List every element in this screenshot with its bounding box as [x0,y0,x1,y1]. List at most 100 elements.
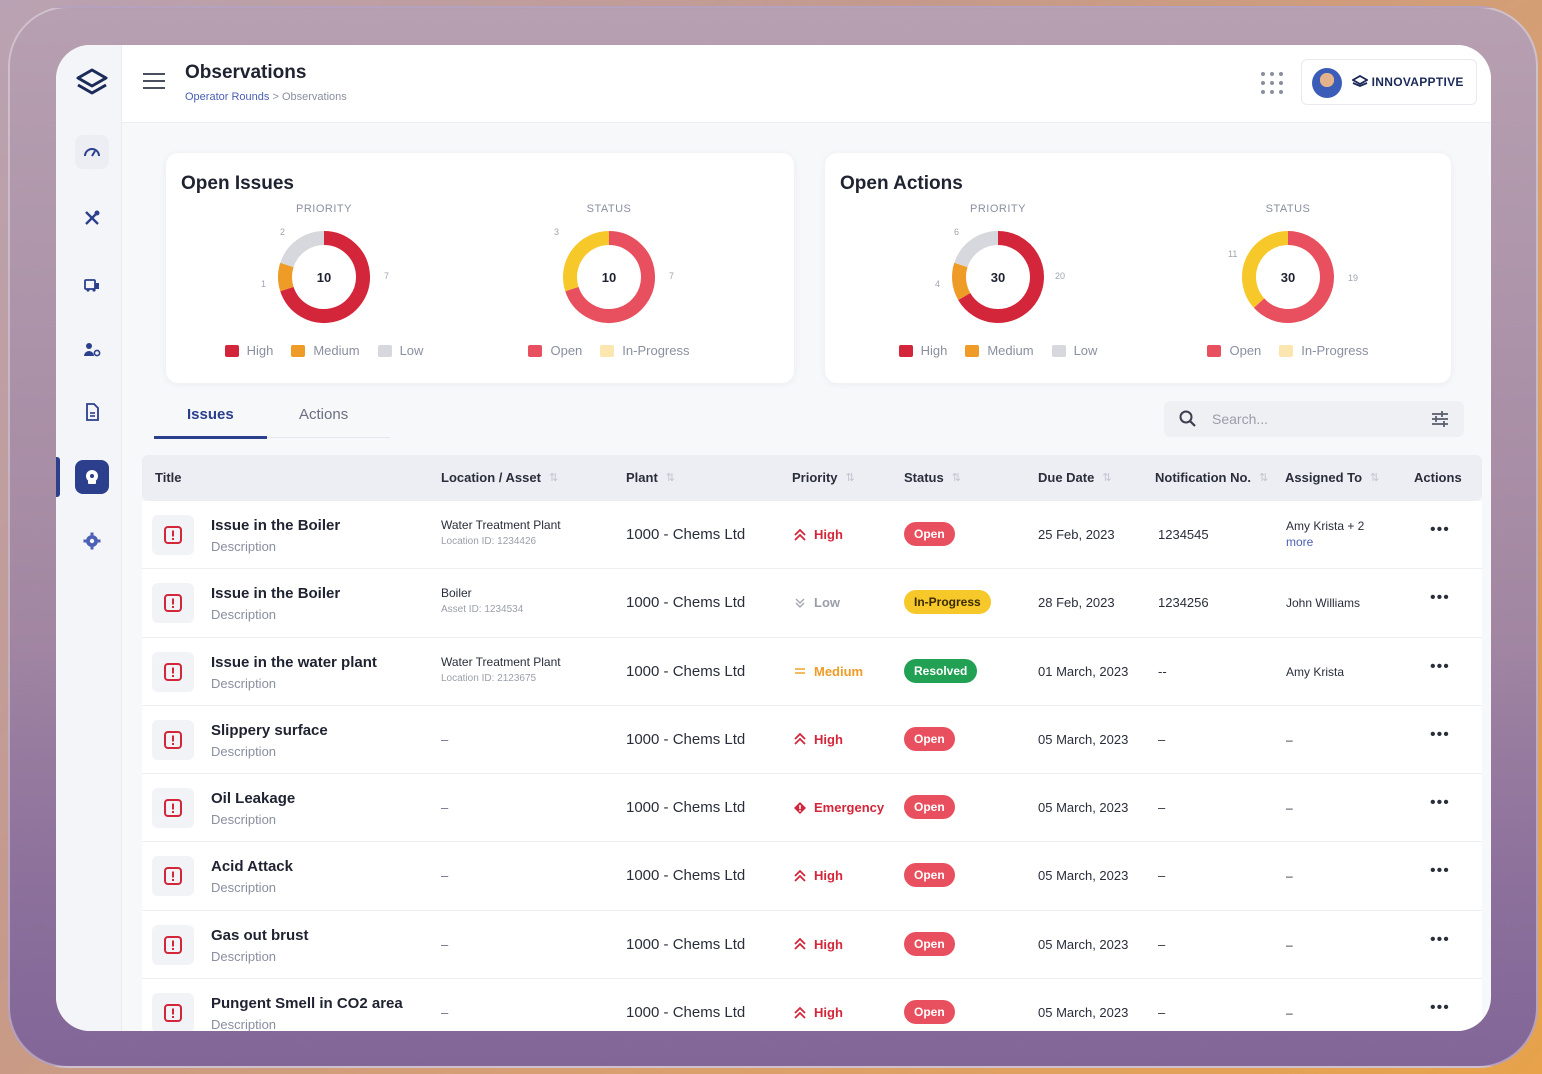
plant-name: 1000 - Chems Ltd [626,526,746,543]
issue-description: Description [211,539,277,554]
issues-status-chart: STATUS 10 7 3 Open In-Progress [469,203,749,373]
row-actions-menu[interactable]: ••• [1430,521,1450,539]
search-input[interactable] [1212,407,1412,431]
plant-name: 1000 - Chems Ltd [626,867,746,885]
brand-name: INNOVAPPTIVE [1371,75,1464,89]
assigned-more-link[interactable]: more [1286,535,1313,549]
high-priority-icon [794,1006,806,1019]
nav-observations[interactable] [75,460,109,494]
col-title[interactable]: Title [155,470,182,485]
col-plant[interactable]: Plant ⇅ [626,470,675,485]
row-actions-menu[interactable]: ••• [1430,658,1450,676]
table-row[interactable]: Issue in the water plant Description Wat… [142,637,1482,706]
issue-type-badge [152,788,194,829]
row-actions-menu[interactable]: ••• [1430,862,1450,880]
priority-label: High [793,527,843,542]
open-actions-card: Open Actions PRIORITY 30 20 4 6 High Med… [825,153,1451,383]
issue-description: Description [211,812,277,828]
table-row[interactable]: Issue in the Boiler Description Boiler A… [142,569,1482,638]
sort-icon: ⇅ [1259,472,1269,484]
col-status[interactable]: Status ⇅ [904,470,961,485]
row-actions-menu[interactable]: ••• [1430,999,1450,1017]
location-empty: – [441,731,449,747]
issue-title[interactable]: Oil Leakage [211,790,295,807]
table-row[interactable]: Pungent Smell in CO2 area Description – … [142,979,1482,1031]
plant-name: 1000 - Chems Ltd [626,662,746,680]
alert-icon [164,730,182,749]
assigned-to: – [1286,801,1293,816]
location-name: Water Treatment Plant [441,654,561,669]
issue-type-badge [152,924,194,965]
breadcrumb-parent[interactable]: Operator Rounds [185,91,269,103]
notification-number: – [1158,1005,1166,1021]
notification-number: 1234256 [1158,595,1209,611]
assigned-to: – [1286,869,1293,884]
assigned-to: – [1286,732,1293,747]
issue-description: Description [211,743,277,759]
col-assigned[interactable]: Assigned To ⇅ [1285,470,1379,485]
issues-priority-low-count: 2 [280,227,286,237]
due-date: 05 March, 2023 [1038,936,1129,952]
table-row[interactable]: Slippery surface Description – 1000 - Ch… [142,705,1482,775]
notification-number: – [1158,800,1166,816]
status-badge: Open [904,931,955,956]
equipment-icon [84,279,99,292]
row-actions-menu[interactable]: ••• [1430,931,1450,949]
status-badge: Open [904,863,955,888]
tools-icon [85,210,100,225]
issue-title[interactable]: Pungent Smell in CO2 area [211,995,403,1012]
plant-name: 1000 - Chems Ltd [626,935,746,953]
issue-type-badge [152,651,194,692]
location-name: Water Treatment Plant [441,518,561,532]
location-id: Location ID: 2123675 [441,672,537,684]
sort-icon: ⇅ [665,472,676,484]
due-date: 25 Feb, 2023 [1038,527,1115,542]
issues-priority-caption: PRIORITY [296,203,352,215]
observations-icon [86,470,98,484]
users-icon [84,343,101,357]
row-actions-menu[interactable]: ••• [1430,589,1450,607]
col-location[interactable]: Location / Asset ⇅ [441,470,558,485]
nav-users[interactable] [75,333,109,367]
hamburger-menu-icon[interactable] [142,71,166,91]
breadcrumb: Operator Rounds > Observations [185,91,347,103]
legend-low: Low [1051,343,1097,358]
page-title: Observations [185,62,307,83]
search-icon [1179,410,1196,427]
table-row[interactable]: Issue in the Boiler Description Water Tr… [142,501,1482,570]
profile-menu[interactable]: INNOVAPPTIVE [1301,59,1477,105]
dashboard-icon [84,148,100,157]
issue-title[interactable]: Slippery surface [211,722,328,739]
filter-sliders-icon[interactable] [1430,409,1450,429]
actions-status-open-count: 19 [1348,273,1359,283]
app-grid-icon[interactable] [1258,69,1286,97]
actions-status-caption: STATUS [1265,203,1311,215]
tab-issues[interactable]: Issues [187,406,234,423]
plant-name: 1000 - Chems Ltd [626,594,746,612]
row-actions-menu[interactable]: ••• [1430,726,1450,744]
issue-title[interactable]: Acid Attack [211,858,293,875]
row-actions-menu[interactable]: ••• [1430,794,1450,812]
table-row[interactable]: Gas out brust Description – 1000 - Chems… [142,910,1482,980]
col-due-date[interactable]: Due Date ⇅ [1038,470,1112,485]
nav-equipment[interactable] [75,267,109,301]
sort-icon: ⇅ [1102,472,1112,484]
nav-dashboard[interactable] [75,135,109,169]
table-row[interactable]: Acid Attack Description – 1000 - Chems L… [142,842,1482,911]
issue-title[interactable]: Gas out brust [211,927,309,944]
issue-type-badge [152,515,194,555]
col-priority[interactable]: Priority ⇅ [792,470,855,485]
nav-settings[interactable] [75,524,109,558]
nav-documents[interactable] [75,395,109,429]
nav-tools[interactable] [75,201,109,235]
issue-title[interactable]: Issue in the Boiler [211,517,340,534]
issue-description: Description [211,607,277,623]
document-icon [86,403,99,421]
status-badge: Open [904,1000,955,1025]
issue-title[interactable]: Issue in the Boiler [211,585,340,602]
table-row[interactable]: Oil Leakage Description – 1000 - Chems L… [142,774,1482,843]
issue-title[interactable]: Issue in the water plant [211,654,377,671]
legend-low: Low [377,343,423,358]
tab-actions[interactable]: Actions [299,406,348,423]
col-notification[interactable]: Notification No. ⇅ [1155,470,1268,485]
